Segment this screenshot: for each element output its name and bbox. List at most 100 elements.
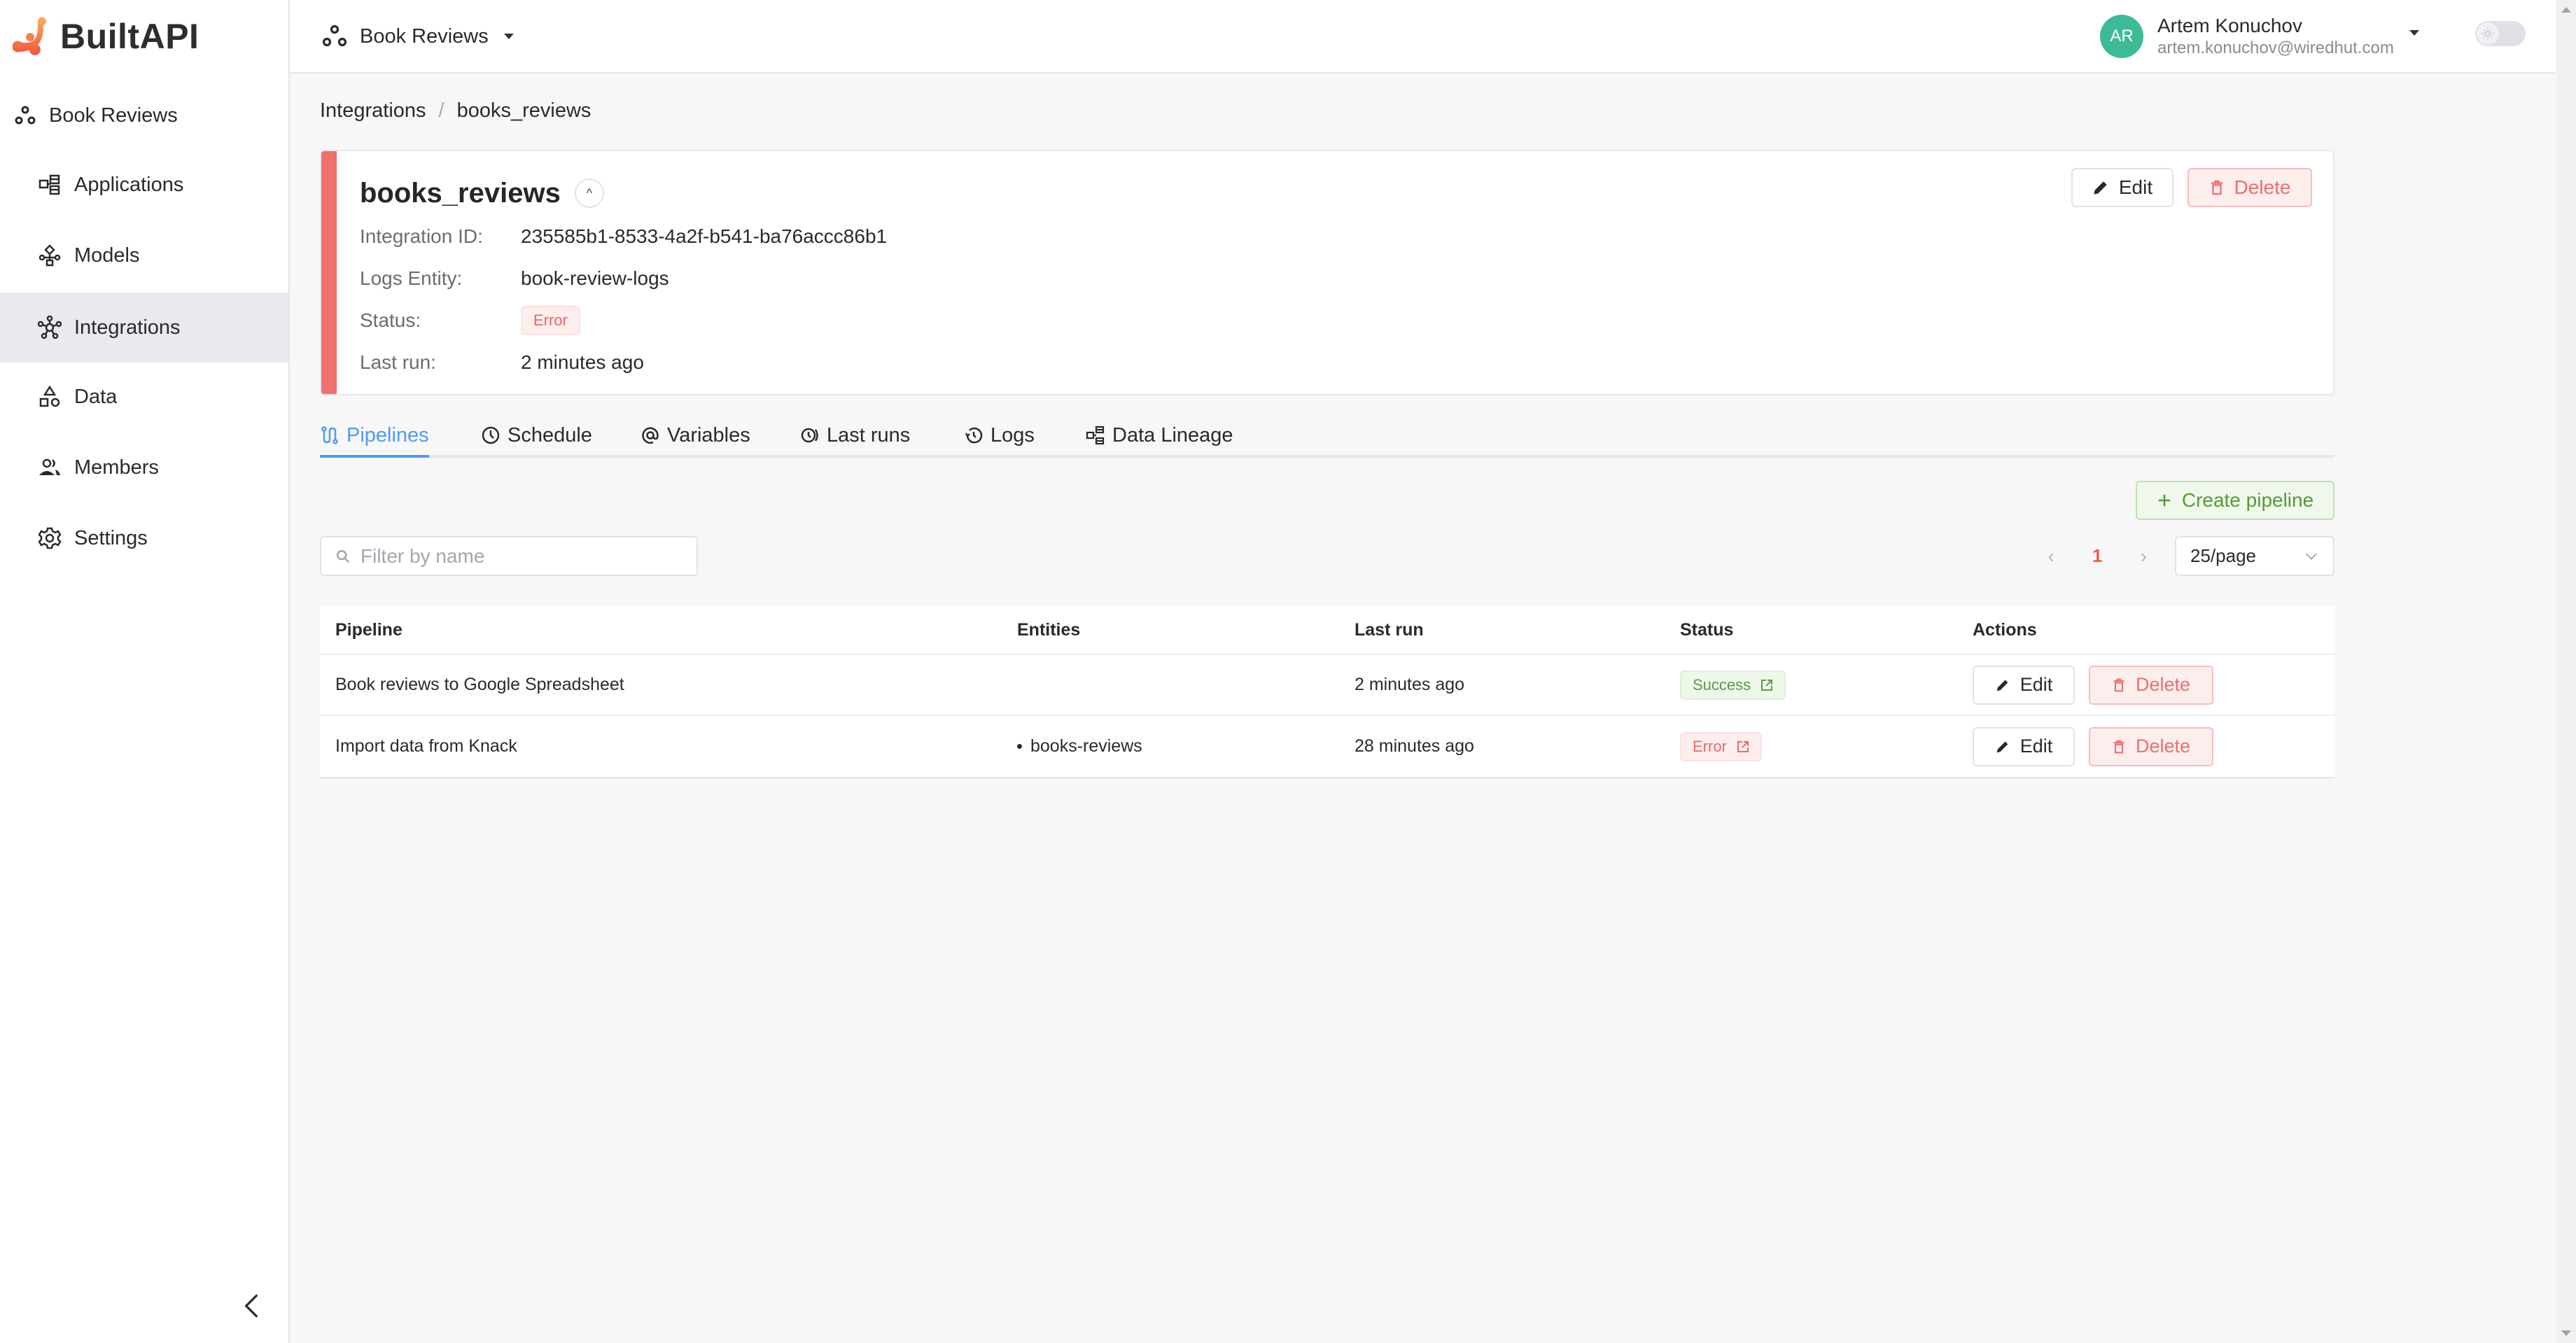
app-name: BuiltAPI [60,17,200,56]
table-header: Pipeline Entities Last run Status Action… [320,606,2334,655]
sidebar-item-models[interactable]: Models [0,220,288,290]
builtapi-logo-icon [13,17,46,55]
column-header-last-run[interactable]: Last run [1354,606,1424,654]
models-icon [38,244,62,267]
pipeline-last-run: 2 minutes ago [1354,675,1465,694]
edit-integration-button[interactable]: Edit [2071,168,2174,207]
create-pipeline-button[interactable]: Create pipeline [2136,481,2334,520]
tab-data-lineage[interactable]: Data Lineage [1086,416,1233,455]
entity-name: books-reviews [1030,736,1142,756]
current-page[interactable]: 1 [2092,545,2102,567]
sidebar-item-label: Data [74,385,118,408]
pencil-icon [1996,741,2008,752]
table-row[interactable]: Import data from Knack books-reviews 28 … [320,716,2334,777]
status-label: Success [1693,675,1751,694]
sidebar-item-integrations[interactable]: Integrations [0,293,288,363]
project-switcher[interactable]: Book Reviews [322,15,514,57]
edit-label: Edit [2019,736,2053,757]
create-pipeline-label: Create pipeline [2181,489,2314,511]
tab-label: Last runs [827,423,911,447]
sidebar-item-label: Integrations [74,316,181,339]
pipeline-name[interactable]: Import data from Knack [335,716,517,777]
last-runs-icon [800,426,820,445]
logs-entity-label: Logs Entity: [360,267,463,289]
next-page-button[interactable]: › [2133,545,2154,568]
filter-by-name-input[interactable] [360,544,682,568]
tab-pipelines[interactable]: Pipelines [320,416,429,458]
status-label: Error [1693,737,1727,755]
sun-icon [2482,27,2494,40]
sidebar-item-label: Members [74,456,159,479]
table-row[interactable]: Book reviews to Google Spreadsheet 2 min… [320,655,2334,716]
delete-label: Delete [2234,176,2291,198]
edit-label: Edit [2019,674,2053,695]
page-size-value: 25/page [2190,545,2256,566]
status-color-bar [321,151,337,394]
avatar: AR [2100,15,2143,58]
integrations-icon [38,316,62,339]
last-run-value: 2 minutes ago [521,351,644,373]
user-menu[interactable]: AR Artem Konuchov artem.konuchov@wiredhu… [2100,8,2419,64]
page-size-select[interactable]: 25/page [2175,536,2334,576]
status-label: Status: [360,309,421,331]
sidebar-item-members[interactable]: Members [0,433,288,502]
sidebar-project[interactable]: Book Reviews [14,98,178,133]
breadcrumb-separator: / [438,99,444,122]
sidebar-item-label: Settings [74,526,148,549]
collapse-sidebar-button[interactable] [237,1291,266,1321]
tab-label: Data Lineage [1112,423,1233,447]
scroll-down-icon[interactable] [2561,1330,2571,1336]
data-icon [38,385,62,409]
pipelines-icon [320,426,340,445]
column-header-pipeline[interactable]: Pipeline [335,606,402,654]
integration-tabs: Pipelines Schedule Variables Last runs L… [320,416,2334,458]
filter-field[interactable] [320,536,698,576]
delete-pipeline-button[interactable]: Delete [2089,665,2213,705]
pipelines-table: Pipeline Entities Last run Status Action… [320,606,2334,779]
delete-integration-button[interactable]: Delete [2188,168,2312,207]
caret-down-icon [2409,30,2419,36]
integration-id-label: Integration ID: [360,225,483,247]
tab-logs[interactable]: Logs [964,416,1035,455]
scroll-up-icon[interactable] [2561,7,2571,13]
caret-down-icon [503,34,514,39]
sidebar-item-label: Models [74,244,140,267]
clock-icon [481,426,500,445]
status-badge: Error [521,306,580,335]
plus-icon [2158,494,2171,507]
collapse-details-button[interactable]: ^ [574,178,604,208]
column-header-entities[interactable]: Entities [1017,606,1080,654]
status-badge-error[interactable]: Error [1680,731,1762,761]
pencil-icon [2094,181,2107,195]
prev-page-button[interactable]: ‹ [2040,545,2062,568]
trash-icon [2211,180,2222,195]
column-header-status[interactable]: Status [1680,606,1733,654]
app-logo[interactable]: BuiltAPI [13,15,199,57]
sidebar: BuiltAPI Book Reviews Applications Model… [0,0,290,1343]
delete-pipeline-button[interactable]: Delete [2089,726,2213,766]
edit-pipeline-button[interactable]: Edit [1973,726,2075,766]
tab-last-runs[interactable]: Last runs [800,416,910,455]
tab-schedule[interactable]: Schedule [481,416,592,455]
status-badge-success[interactable]: Success [1680,670,1786,700]
project-icon [322,24,347,47]
tab-label: Pipelines [346,423,429,447]
tab-label: Schedule [507,423,592,447]
page-scrollbar[interactable] [2556,0,2576,1343]
last-run-label: Last run: [360,351,436,373]
breadcrumb-integrations[interactable]: Integrations [320,99,426,122]
tab-label: Logs [990,423,1035,447]
sidebar-item-settings[interactable]: Settings [0,503,288,573]
sidebar-item-applications[interactable]: Applications [0,150,288,220]
pipeline-last-run: 28 minutes ago [1354,736,1474,756]
trash-icon [2113,740,2124,753]
theme-toggle[interactable] [2475,21,2526,46]
project-icon [15,106,36,125]
project-switcher-label: Book Reviews [360,24,489,48]
tab-variables[interactable]: Variables [640,416,750,455]
pipeline-name[interactable]: Book reviews to Google Spreadsheet [335,655,624,715]
pagination: ‹ 1 › [2040,536,2154,576]
column-header-actions: Actions [1973,619,2037,640]
sidebar-item-data[interactable]: Data [0,362,288,432]
edit-pipeline-button[interactable]: Edit [1973,665,2075,705]
